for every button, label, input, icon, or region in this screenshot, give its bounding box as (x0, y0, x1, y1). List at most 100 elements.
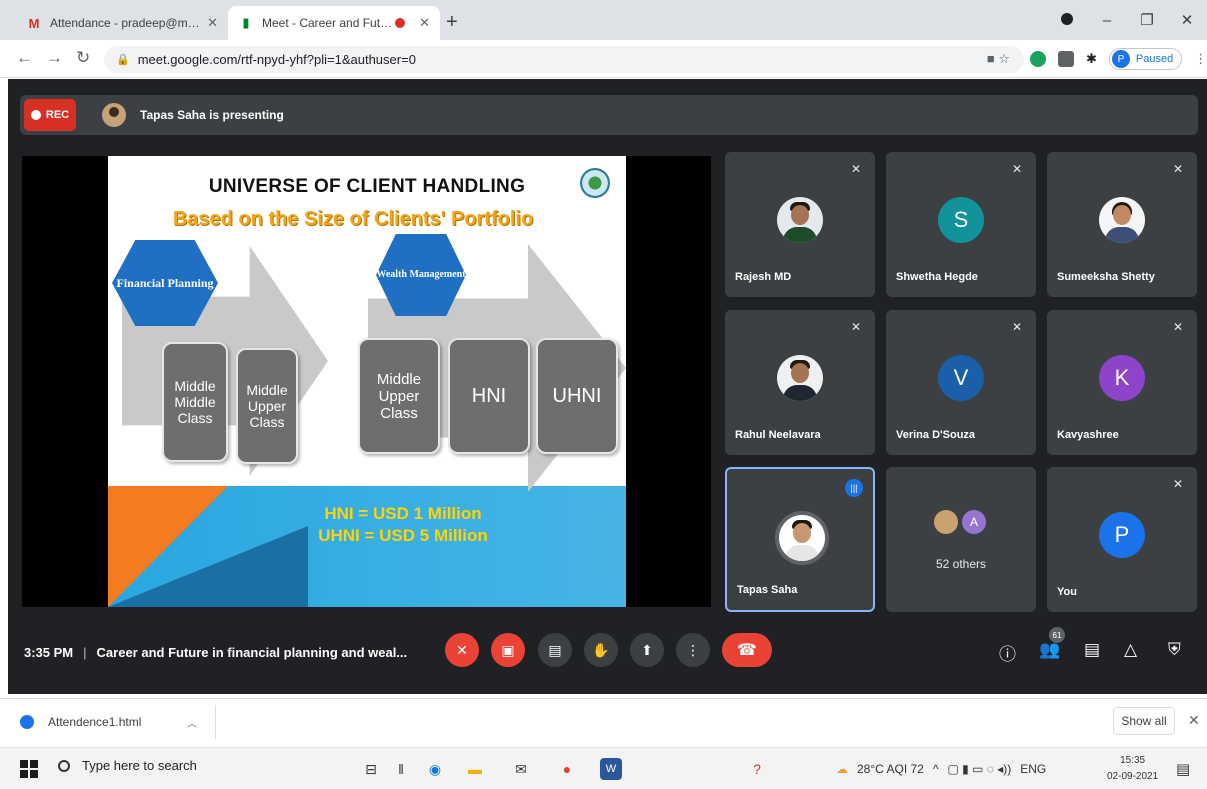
presentation-stage[interactable]: UNIVERSE OF CLIENT HANDLING Based on the… (22, 156, 711, 607)
taskbar-search[interactable]: Type here to search (58, 758, 197, 773)
speaking-indicator-icon: ||| (845, 479, 863, 497)
more-options-button[interactable]: ⋮ (676, 633, 710, 667)
participant-tile[interactable]: ✕ Rahul Neelavara (725, 310, 875, 455)
participant-tile[interactable]: ✕ K Kavyashree (1047, 310, 1197, 455)
box-middle-upper-class: Middle Upper Class (236, 348, 298, 464)
hang-up-button[interactable]: ☎ (722, 633, 772, 667)
box-middle-middle-class: Middle Middle Class (162, 342, 228, 462)
others-tile[interactable]: A 52 others (886, 467, 1036, 612)
record-dot-icon (30, 110, 41, 120)
recording-badge: REC (24, 99, 76, 131)
task-view-icon[interactable]: ⊟ (360, 758, 382, 780)
participant-name: Sumeeksha Shetty (1057, 271, 1155, 283)
participant-tile[interactable]: ✕ V Verina D'Souza (886, 310, 1036, 455)
mic-off-icon: ✕ (1011, 162, 1023, 176)
taskbar-divider-icon: ‖ (398, 761, 404, 777)
captions-button[interactable]: ▤ (538, 633, 572, 667)
tray-icons[interactable]: ▢ ▮ ▭ ◌ ◂)) (947, 762, 1011, 776)
menu-dots-icon[interactable]: ⋮ (1194, 51, 1207, 67)
mic-off-icon: ✕ (1172, 162, 1184, 176)
taskbar-clock[interactable]: 15:35 02-09-2021 (1107, 753, 1158, 785)
camera-off-button[interactable]: ▣ (491, 633, 525, 667)
restore-button[interactable]: ❐ (1127, 11, 1167, 29)
edge-icon[interactable]: ◉ (424, 758, 446, 780)
mic-off-icon: ✕ (1172, 477, 1184, 491)
language-indicator[interactable]: ENG (1020, 762, 1046, 776)
present-button[interactable]: ⬆ (630, 633, 664, 667)
back-icon[interactable]: ← (16, 48, 33, 68)
download-bar: Attendence1.html ︿ Show all ✕ (0, 698, 1207, 744)
mic-off-icon: ✕ (1011, 320, 1023, 334)
download-item[interactable]: Attendence1.html ︿ (20, 705, 216, 739)
close-tab-icon[interactable]: ✕ (207, 15, 218, 31)
avatar: V (938, 355, 984, 401)
host-controls-icon[interactable]: ⛨ (1168, 640, 1181, 660)
participant-name: Shwetha Hegde (896, 271, 978, 283)
close-tab-icon[interactable]: ✕ (419, 15, 430, 31)
notification-icon[interactable]: ▤ (1176, 760, 1190, 778)
chat-icon[interactable]: ▤ (1084, 640, 1100, 660)
camera-and-star-icons[interactable]: ■ ☆ (987, 51, 1010, 67)
profile-paused-button[interactable]: P Paused (1108, 48, 1183, 70)
extension-box-icon[interactable] (1058, 51, 1074, 67)
weather-text[interactable]: 28°C AQI 72 (857, 762, 924, 776)
tab-title: Meet - Career and Future in (262, 16, 396, 30)
participant-name: Tapas Saha (737, 584, 798, 596)
people-icon[interactable]: 👥 (1039, 640, 1060, 660)
tab-attendance[interactable]: M Attendance - pradeep@mite.ac.in ✕ (16, 6, 228, 40)
avatar (777, 355, 823, 401)
browser-tab-bar: M Attendance - pradeep@mite.ac.in ✕ ▮ Me… (0, 0, 1207, 40)
mic-off-icon: ✕ (1172, 320, 1184, 334)
clock-time: 15:35 (1120, 755, 1146, 766)
windows-start-icon[interactable] (20, 760, 38, 778)
extensions-puzzle-icon[interactable]: ✱ (1086, 51, 1097, 67)
meeting-info: 3:35 PM | Career and Future in financial p… (24, 645, 407, 660)
participant-name: Verina D'Souza (896, 429, 976, 441)
participant-tile[interactable]: ✕ S Shwetha Hegde (886, 152, 1036, 297)
participant-tile[interactable]: ✕ Rajesh MD (725, 152, 875, 297)
info-icon[interactable]: ⓘ (999, 640, 1016, 665)
new-tab-button[interactable]: + (446, 11, 458, 34)
meeting-controls: 3:35 PM | Career and Future in financial p… (8, 627, 1207, 679)
forward-icon[interactable]: → (46, 48, 63, 68)
tab-meet[interactable]: ▮ Meet - Career and Future in ✕ (228, 6, 440, 40)
lock-icon[interactable]: 🔒 (116, 53, 130, 66)
recording-indicator-icon (395, 18, 406, 28)
chrome-icon[interactable]: ● (556, 758, 578, 780)
mic-off-icon: ✕ (850, 162, 862, 176)
institute-logo-icon (578, 166, 612, 200)
help-icon[interactable]: ? (746, 758, 768, 780)
word-icon[interactable]: W (600, 758, 622, 780)
chevron-up-icon[interactable]: ︿ (187, 715, 197, 730)
profile-icon[interactable] (1047, 12, 1087, 29)
others-count: 52 others (935, 557, 987, 571)
mic-off-button[interactable]: ✕ (445, 633, 479, 667)
show-all-button[interactable]: Show all (1113, 707, 1175, 735)
presentation-bar: REC Tapas Saha is presenting (20, 95, 1198, 135)
others-avatars: A (934, 510, 986, 534)
close-window-button[interactable]: ✕ (1167, 11, 1207, 29)
close-download-bar-icon[interactable]: ✕ (1188, 712, 1200, 729)
reload-icon[interactable]: ↻ (76, 48, 90, 68)
tab-title: Attendance - pradeep@mite.ac.in (50, 16, 201, 30)
box-uhni: UHNI (536, 338, 618, 454)
avatar: P (1099, 512, 1145, 558)
presenting-text: Tapas Saha is presenting (140, 108, 284, 122)
slide: UNIVERSE OF CLIENT HANDLING Based on the… (108, 156, 626, 607)
activities-icon[interactable]: △ (1124, 640, 1137, 660)
minimize-button[interactable]: – (1087, 12, 1127, 29)
paused-label: Paused (1135, 53, 1174, 65)
extension-green-icon[interactable] (1030, 51, 1046, 67)
presenter-avatar (102, 103, 126, 127)
mail-icon[interactable]: ✉ (510, 758, 532, 780)
participant-tile[interactable]: ✕ Sumeeksha Shetty (1047, 152, 1197, 297)
avatar (775, 511, 829, 565)
participant-tile-self[interactable]: ✕ P You (1047, 467, 1197, 612)
address-bar[interactable]: 🔒 meet.google.com/rtf-npyd-yhf?pli=1&aut… (104, 46, 1024, 73)
raise-hand-button[interactable]: ✋ (584, 633, 618, 667)
avatar: S (938, 197, 984, 243)
chevron-up-icon[interactable]: ^ (933, 762, 939, 776)
participant-tile-speaking[interactable]: ||| Tapas Saha (725, 467, 875, 612)
profile-avatar: P (1111, 50, 1130, 68)
file-explorer-icon[interactable]: ▬ (464, 758, 486, 780)
